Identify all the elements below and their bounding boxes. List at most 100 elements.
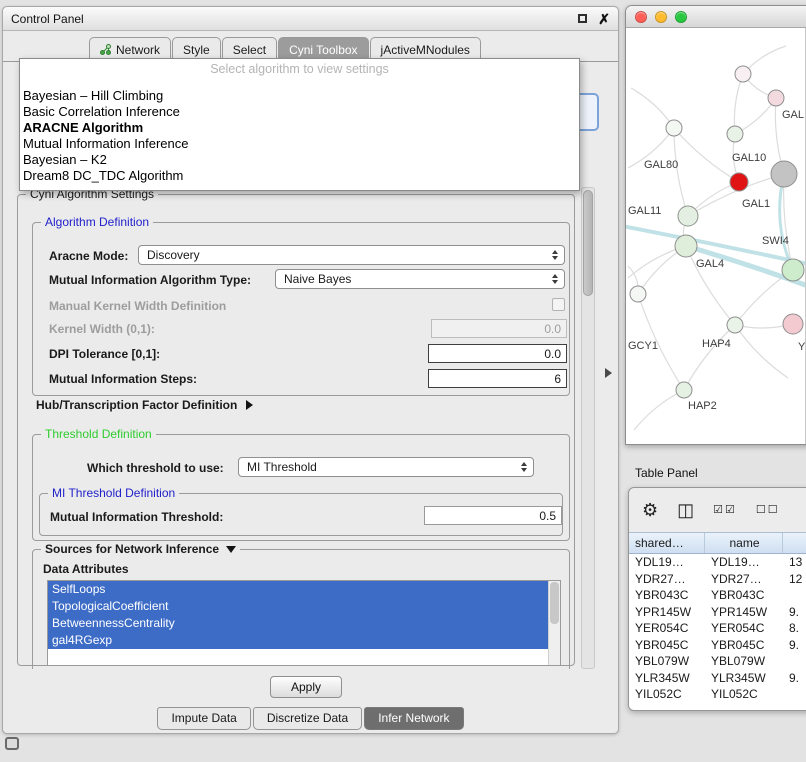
algorithm-option[interactable]: Bayesian – Hill Climbing	[20, 88, 579, 104]
algorithm-option[interactable]: ARACNE Algorithm	[20, 120, 579, 136]
sources-title: Sources for Network Inference	[45, 542, 219, 556]
select-all-checkboxes-icon[interactable]: ☑☑	[713, 505, 737, 516]
table-row[interactable]: YDR27…YDR27…12	[629, 571, 806, 588]
network-node-label: HAP4	[702, 338, 731, 350]
network-node-label: HAP2	[688, 400, 717, 412]
network-edge-highlighted[interactable]	[780, 174, 793, 270]
bottom-tab-infer-network[interactable]: Infer Network	[364, 707, 463, 730]
table-row[interactable]: YDL19…YDL19…13	[629, 554, 806, 571]
network-node[interactable]	[768, 90, 784, 106]
settings-scrollbar-thumb[interactable]	[583, 190, 593, 296]
network-node[interactable]	[783, 314, 803, 334]
float-window-icon[interactable]	[578, 14, 587, 23]
algorithm-option[interactable]: Dream8 DC_TDC Algorithm	[20, 168, 579, 184]
algorithm-popup-items: Bayesian – Hill ClimbingBasic Correlatio…	[20, 88, 579, 184]
table-panel-window: ⚙ ◫ ☑☑ ☐☐ shared…name YDL19…YDL19…13YDR2…	[628, 487, 806, 711]
bottom-tab-impute-data[interactable]: Impute Data	[157, 707, 250, 730]
column-header[interactable]	[783, 533, 806, 553]
attribute-item[interactable]: TopologicalCoefficient	[48, 598, 548, 615]
data-attributes-list[interactable]: SelfLoopsTopologicalCoefficientBetweenne…	[47, 580, 561, 666]
network-edge[interactable]	[735, 325, 788, 378]
network-canvas[interactable]: GAL80GAL10GAL11GAL1SWI4GAL4GCY1HAP4HAP2G…	[626, 28, 806, 445]
network-node[interactable]	[782, 259, 804, 281]
column-header[interactable]: shared…	[629, 533, 705, 553]
control-panel-titlebar: Control Panel ✗	[3, 7, 618, 31]
minimized-panel-icon[interactable]	[5, 737, 19, 750]
table-row[interactable]: YIL052CYIL052C	[629, 686, 806, 703]
network-node[interactable]	[675, 235, 697, 257]
which-threshold-combobox[interactable]: MI Threshold	[238, 457, 534, 477]
table-cell: 9.	[783, 637, 806, 654]
mac-minimize-button[interactable]	[655, 11, 667, 23]
table-row[interactable]: YPR145WYPR145W9.	[629, 604, 806, 621]
table-cell: 13	[783, 554, 806, 571]
settings-vertical-scrollbar[interactable]	[581, 187, 595, 669]
close-window-icon[interactable]: ✗	[598, 12, 610, 26]
network-edge[interactable]	[734, 74, 743, 134]
algorithm-option[interactable]: Mutual Information Inference	[20, 136, 579, 152]
mi-algorithm-type-combobox[interactable]: Naive Bayes	[275, 269, 565, 289]
panel-splitter-arrow-icon[interactable]	[605, 368, 612, 378]
aracne-mode-combobox[interactable]: Discovery	[138, 245, 565, 265]
table-cell: YDR27…	[705, 571, 783, 588]
network-node[interactable]	[771, 161, 797, 187]
settings-scroll-area: Cyni Algorithm Settings Algorithm Defini…	[15, 187, 581, 669]
manual-kernel-width-checkbox[interactable]	[552, 298, 565, 311]
kernel-width-label: Kernel Width (0,1):	[49, 322, 155, 336]
table-row[interactable]: YBR045CYBR045C9.	[629, 637, 806, 654]
mi-algorithm-type-value: Naive Bayes	[284, 272, 351, 286]
network-edge[interactable]	[684, 325, 735, 390]
mi-threshold-definition-title: MI Threshold Definition	[48, 486, 179, 500]
attribute-item[interactable]: BetweennessCentrality	[48, 615, 548, 632]
algorithm-definition-group: Algorithm Definition Aracne Mode: Discov…	[32, 222, 570, 396]
table-cell: YDL19…	[705, 554, 783, 571]
table-row[interactable]: YER054CYER054C8.	[629, 620, 806, 637]
attributes-list-scrollbar[interactable]	[548, 581, 560, 665]
algorithm-option[interactable]: Basic Correlation Inference	[20, 104, 579, 120]
apply-button[interactable]: Apply	[270, 676, 342, 698]
bottom-tab-discretize-data[interactable]: Discretize Data	[253, 707, 362, 730]
attributes-scrollbar-thumb[interactable]	[550, 582, 559, 624]
network-node[interactable]	[676, 382, 692, 398]
network-node[interactable]	[630, 286, 646, 302]
cyni-algorithm-settings-group: Cyni Algorithm Settings Algorithm Defini…	[17, 194, 575, 666]
tab-label: Network	[116, 43, 160, 57]
table-row[interactable]: YLR345WYLR345W9.	[629, 670, 806, 687]
gear-icon[interactable]: ⚙	[642, 501, 658, 519]
tab-label: Style	[183, 43, 210, 57]
mi-threshold-label: Mutual Information Threshold:	[50, 510, 223, 524]
network-edge[interactable]	[634, 390, 684, 430]
column-header[interactable]: name	[705, 533, 783, 553]
mi-threshold-field[interactable]: 0.5	[424, 506, 562, 525]
data-attributes-label: Data Attributes	[43, 562, 129, 576]
which-threshold-value: MI Threshold	[247, 460, 317, 474]
network-node[interactable]	[727, 317, 743, 333]
mac-zoom-button[interactable]	[675, 11, 687, 23]
table-body: YDL19…YDL19…13YDR27…YDR27…12YBR043CYBR04…	[629, 554, 806, 711]
dpi-tolerance-field[interactable]: 0.0	[428, 344, 567, 363]
mac-close-button[interactable]	[635, 11, 647, 23]
mi-algorithm-type-label: Mutual Information Algorithm Type:	[49, 273, 251, 287]
table-row[interactable]: YBL079WYBL079W	[629, 653, 806, 670]
table-row[interactable]: YBR043CYBR043C	[629, 587, 806, 604]
network-node[interactable]	[730, 173, 748, 191]
table-cell	[783, 653, 806, 670]
clear-all-checkboxes-icon[interactable]: ☐☐	[756, 505, 780, 516]
hub-definition-toggle[interactable]: Hub/Transcription Factor Definition	[36, 398, 253, 412]
attribute-item[interactable]: SelfLoops	[48, 581, 548, 598]
mi-steps-field[interactable]: 6	[428, 369, 567, 388]
network-window-titlebar[interactable]	[626, 6, 806, 28]
window-title: Control Panel	[11, 12, 84, 26]
network-node[interactable]	[678, 206, 698, 226]
attribute-item[interactable]: gal4RGexp	[48, 632, 548, 649]
network-node[interactable]	[666, 120, 682, 136]
columns-icon[interactable]: ◫	[677, 501, 694, 519]
sources-toggle[interactable]: Sources for Network Inference	[41, 542, 240, 556]
network-node[interactable]	[727, 126, 743, 142]
network-node-label: SWI4	[762, 235, 789, 247]
network-node[interactable]	[735, 66, 751, 82]
algorithm-option[interactable]: Bayesian – K2	[20, 152, 579, 168]
network-edge[interactable]	[631, 88, 674, 128]
kernel-width-field: 0.0	[431, 319, 567, 338]
dpi-tolerance-label: DPI Tolerance [0,1]:	[49, 347, 160, 361]
